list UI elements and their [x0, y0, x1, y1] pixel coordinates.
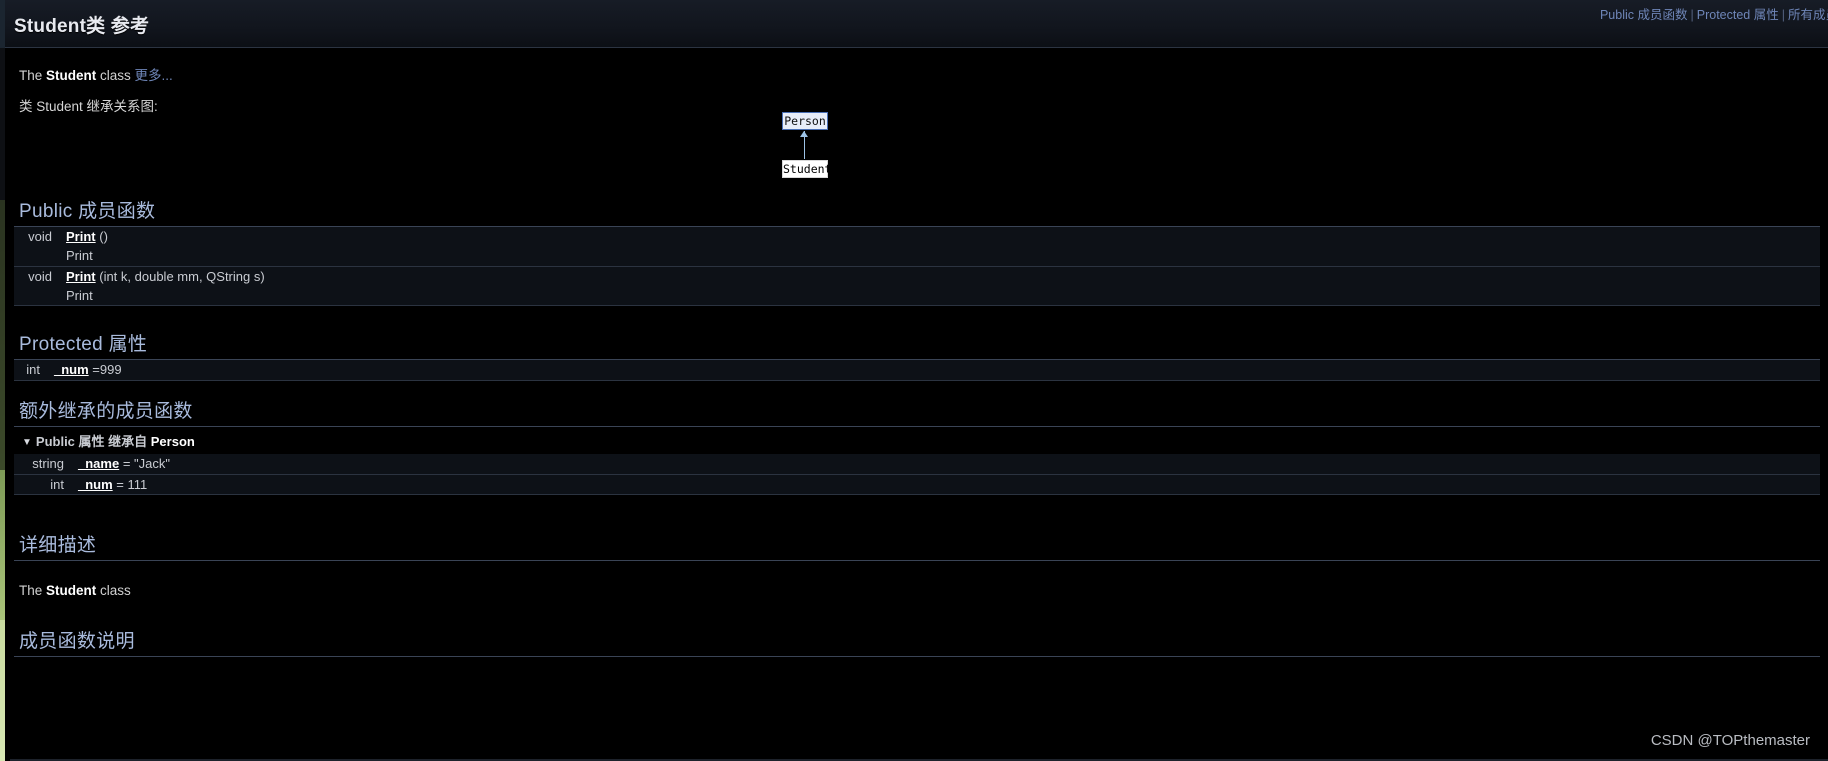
summary-link-public-functions[interactable]: Public 成员函数 — [1600, 8, 1688, 22]
brief-class-name: Student — [46, 68, 97, 83]
summary-separator-1: | — [1690, 8, 1694, 22]
table-public-functions: void Print () Print void Print (int k, d… — [14, 227, 1820, 306]
detail-text-suffix: class — [96, 583, 131, 598]
table-row[interactable]: int _num =999 — [14, 360, 1820, 379]
heading-member-function-doc: 成员函数说明 — [14, 626, 1820, 657]
table-row[interactable]: int _num = 111 — [14, 474, 1820, 494]
table-row[interactable]: void Print () — [14, 227, 1820, 246]
table-row[interactable]: void Print (int k, double mm, QString s) — [14, 266, 1820, 286]
table-inherited-members: ▼ Public 属性 继承自 Person string _name = "Ja… — [14, 427, 1820, 495]
chevron-down-icon: ▼ — [22, 437, 32, 448]
separator-cell-left — [14, 379, 48, 381]
inherited-group-base-class: Person — [150, 434, 195, 449]
table-row: Print — [14, 285, 1820, 305]
member-description: Print — [60, 246, 1820, 265]
member-name-link[interactable]: Print — [66, 269, 96, 284]
section-detailed-description: 详细描述 The Student class — [14, 530, 1820, 598]
member-name-link[interactable]: _name — [78, 456, 119, 471]
member-return-type: void — [14, 266, 60, 286]
summary-link-all-members[interactable]: 所有成员 — [1788, 8, 1828, 22]
member-initializer: = 111 — [112, 476, 148, 492]
member-type: int — [14, 360, 48, 379]
detail-text-prefix: The — [19, 583, 47, 598]
member-name-link[interactable]: Print — [66, 229, 96, 244]
section-public-functions: Public 成员函数 void Print () Print void Pri… — [14, 196, 1820, 306]
member-initializer: =999 — [88, 362, 122, 377]
summary-nav: Public 成员函数|Protected 属性|所有成员 — [1600, 4, 1828, 23]
member-desc-spacer — [14, 285, 60, 305]
graph-node-person[interactable]: Person — [782, 112, 828, 130]
member-return-type: void — [14, 227, 60, 246]
page-title: Student类 参考 — [14, 16, 150, 37]
more-link[interactable]: 更多... — [135, 68, 173, 83]
table-row[interactable]: string _name = "Jack" — [14, 454, 1820, 473]
detail-text-class: Student — [46, 583, 97, 598]
heading-protected-attributes: Protected 属性 — [14, 329, 1820, 360]
inherited-group-toggle[interactable]: ▼ Public 属性 继承自 Person — [14, 427, 1820, 454]
member-signature: _num = 111 — [72, 474, 1820, 494]
member-signature: _num =999 — [48, 360, 1820, 379]
inherited-group-header-row[interactable]: ▼ Public 属性 继承自 Person — [14, 427, 1820, 454]
summary-link-protected-attributes[interactable]: Protected 属性 — [1697, 8, 1779, 22]
separator-cell-left — [14, 493, 72, 495]
member-name-link[interactable]: _num — [54, 362, 89, 377]
row-separator — [14, 379, 1820, 381]
watermark: CSDN @TOPthemaster — [1650, 732, 1810, 749]
row-separator — [14, 304, 1820, 306]
row-separator — [14, 493, 1820, 495]
member-signature: Print (int k, double mm, QString s) — [60, 266, 1820, 286]
member-args: (int k, double mm, QString s) — [95, 268, 265, 284]
member-initializer: = "Jack" — [119, 456, 170, 471]
member-signature: Print () — [60, 227, 1820, 246]
member-desc-spacer — [14, 246, 60, 265]
heading-public-functions: Public 成员函数 — [14, 196, 1820, 227]
member-name-link[interactable]: _num — [78, 477, 113, 492]
brief-description: The Student class 更多... — [19, 64, 173, 84]
separator-cell-right — [72, 493, 1820, 495]
graph-arrow-icon — [800, 131, 808, 137]
table-protected-attributes: int _num =999 — [14, 360, 1820, 381]
page-header: Student类 参考 Public 成员函数 | Protected 属性 | 所有成… — [5, 0, 1828, 48]
separator-cell-right — [60, 304, 1820, 306]
summary-separator-2: | — [1781, 8, 1785, 22]
inheritance-graph-caption: 类 Student 继承关系图: — [19, 99, 158, 114]
heading-detailed-description: 详细描述 — [14, 530, 1820, 561]
separator-cell-right — [48, 379, 1820, 381]
graph-node-student: Student — [782, 160, 832, 178]
page-left-edge-strip — [0, 0, 5, 761]
member-type: int — [14, 474, 72, 494]
heading-additional-inherited: 额外继承的成员函数 — [14, 396, 1820, 427]
separator-cell-left — [14, 304, 60, 306]
table-row: Print — [14, 246, 1820, 265]
section-protected-attributes: Protected 属性 int _num =999 — [14, 329, 1820, 381]
doxygen-page: Student类 参考 Public 成员函数 | Protected 属性 | 所有成… — [5, 0, 1828, 761]
section-additional-inherited: 额外继承的成员函数 ▼ Public 属性 继承自 Person string _… — [14, 396, 1820, 495]
brief-suffix: class — [96, 68, 135, 83]
member-type: string — [14, 454, 72, 473]
member-args: () — [95, 229, 108, 244]
member-signature: _name = "Jack" — [72, 454, 1820, 473]
brief-prefix: The — [19, 68, 47, 83]
section-member-function-doc: 成员函数说明 — [14, 626, 1820, 657]
member-description: Print — [60, 285, 1820, 305]
detailed-description-text: The Student class — [14, 561, 1820, 598]
inherited-group-label: Public 属性 继承自 — [35, 434, 151, 449]
inheritance-graph: Person Student — [782, 112, 902, 182]
